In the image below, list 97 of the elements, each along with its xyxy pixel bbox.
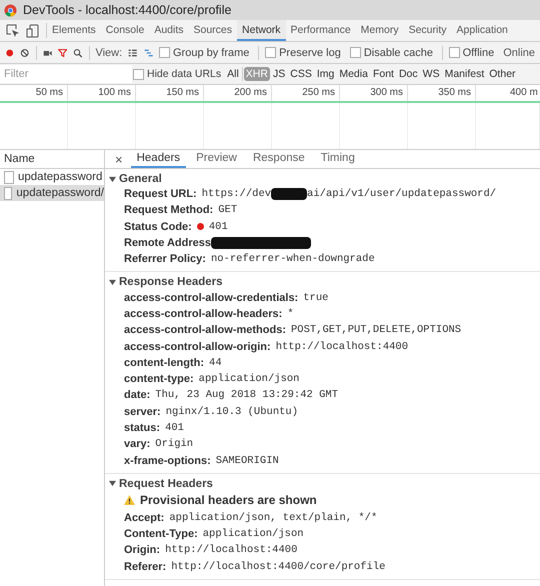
header-name: access-control-allow-methods:	[124, 324, 286, 336]
header-value: nginx/1.10.3 (Ubuntu)	[166, 406, 298, 418]
disclosure-triangle-icon	[109, 176, 116, 182]
header-value: Thu, 23 Aug 2018 13:29:42 GMT	[155, 389, 338, 402]
request-row[interactable]: updatepassword/	[0, 185, 104, 201]
device-icon[interactable]	[26, 24, 40, 38]
view-label: View:	[95, 46, 122, 58]
type-filter-button[interactable]: Other	[487, 67, 518, 81]
header-value: true	[303, 292, 328, 304]
type-filter-button[interactable]: Img	[314, 67, 336, 81]
header-name: access-control-allow-headers:	[124, 308, 282, 320]
header-name: server:	[124, 406, 161, 418]
header-name: status:	[124, 422, 160, 434]
header-value: *	[287, 308, 294, 320]
section-header[interactable]: General	[105, 172, 166, 186]
header-value: http://localhost:4400	[276, 340, 408, 353]
panel-tab[interactable]: Sources	[188, 20, 238, 41]
header-name: access-control-allow-origin:	[124, 340, 271, 353]
header-value: application/json, text/plain, */*	[169, 512, 378, 524]
throttling-dropdown[interactable]: Online	[503, 46, 536, 58]
header-value: application/json	[198, 373, 300, 386]
header-name: Remote Address	[124, 237, 212, 250]
panel-tab[interactable]: Memory	[356, 20, 404, 41]
type-filter-button[interactable]: CSS	[288, 67, 314, 81]
time-tick: 50 ms	[0, 85, 68, 101]
type-filter-button[interactable]: Font	[370, 67, 396, 81]
file-icon	[4, 170, 14, 184]
option-checkbox[interactable]: Disable cache	[350, 46, 433, 58]
type-filter-button[interactable]: Doc	[396, 67, 420, 81]
header-value: Origin	[155, 438, 194, 450]
panel-tab[interactable]: Performance	[286, 20, 356, 41]
panel-tab[interactable]: Security	[404, 20, 452, 41]
time-tick: 100 ms	[68, 85, 136, 101]
header-name: vary:	[124, 438, 150, 450]
header-name: Content-Type:	[124, 528, 198, 540]
time-tick: 300 ms	[340, 85, 408, 101]
header-name: Accept:	[124, 512, 164, 524]
detail-tab[interactable]: Headers	[130, 150, 186, 168]
header-value: SAMEORIGIN	[216, 454, 279, 467]
window-title: DevTools - localhost:4400/core/profile	[23, 3, 232, 17]
panel-tab[interactable]: Elements	[47, 20, 101, 41]
header-value: GET	[218, 204, 238, 216]
panel-tab[interactable]: Network	[237, 20, 286, 41]
header-name: content-type:	[124, 373, 194, 386]
detail-tab[interactable]: Response	[246, 150, 311, 168]
warning-message: Provisional headers are shown	[140, 493, 317, 508]
header-name: content-length:	[124, 356, 204, 369]
header-name: Request URL:	[124, 188, 197, 200]
redaction-mark	[271, 188, 308, 200]
option-checkbox[interactable]: Offline	[448, 46, 494, 58]
section-header[interactable]: Response Headers	[105, 275, 227, 290]
time-tick: 250 ms	[272, 85, 340, 101]
header-value: 401	[208, 220, 228, 233]
detail-tab[interactable]: Timing	[314, 150, 361, 168]
time-tick: 350 ms	[408, 85, 476, 101]
disclosure-triangle-icon	[109, 278, 116, 286]
warning-icon	[124, 495, 135, 506]
panel-tab[interactable]: Console	[100, 20, 150, 41]
header-name: Referer:	[124, 560, 166, 573]
header-value: application/json	[202, 528, 304, 540]
time-tick: 150 ms	[136, 85, 204, 101]
header-name: Origin:	[124, 544, 160, 556]
header-value: no-referrer-when-downgrade	[210, 253, 375, 266]
header-name: date:	[124, 389, 150, 402]
filter-field[interactable]: Filter	[0, 65, 132, 83]
header-value: http://localhost:4400/core/profile	[171, 560, 386, 573]
header-name: Status Code:	[124, 220, 192, 233]
header-name: Request Method:	[124, 204, 214, 216]
option-checkbox[interactable]: Group by frame	[159, 46, 250, 58]
time-tick: 200 ms	[204, 85, 272, 101]
browser-logo-icon	[4, 4, 17, 16]
time-tick: 400 m	[509, 86, 539, 100]
file-icon	[4, 186, 12, 200]
detail-tab[interactable]: Preview	[190, 150, 243, 168]
section-header[interactable]: Request Headers	[105, 476, 217, 491]
type-filter-button[interactable]: Manifest	[442, 67, 486, 81]
option-checkbox[interactable]: Preserve log	[265, 46, 341, 58]
status-dot	[196, 223, 204, 230]
header-value: https://dev	[202, 188, 272, 200]
hide-data-urls-checkbox[interactable]: Hide data URLs	[133, 68, 222, 80]
panel-tab[interactable]: Audits	[149, 20, 188, 41]
header-value: http://localhost:4400	[165, 544, 298, 556]
type-filter-button[interactable]: WS	[420, 67, 442, 81]
header-value: 44	[209, 356, 222, 369]
header-value: POST,GET,PUT,DELETE,OPTIONS	[290, 324, 462, 336]
disclosure-triangle-icon	[109, 480, 116, 488]
type-filter-button[interactable]: All	[225, 67, 241, 81]
type-filter-button[interactable]: JS	[270, 67, 288, 81]
type-filter-button[interactable]: Media	[337, 67, 370, 81]
header-name: Referrer Policy:	[124, 253, 206, 266]
header-value: 401	[165, 422, 184, 434]
panel-tab[interactable]: Application	[452, 20, 513, 41]
header-value: ai/api/v1/user/updatepassword/	[307, 188, 496, 200]
close-button[interactable]: ×	[111, 150, 127, 168]
header-name: access-control-allow-credentials:	[124, 292, 298, 304]
inspect-icon[interactable]	[6, 24, 20, 38]
header-name: x-frame-options:	[124, 454, 211, 467]
